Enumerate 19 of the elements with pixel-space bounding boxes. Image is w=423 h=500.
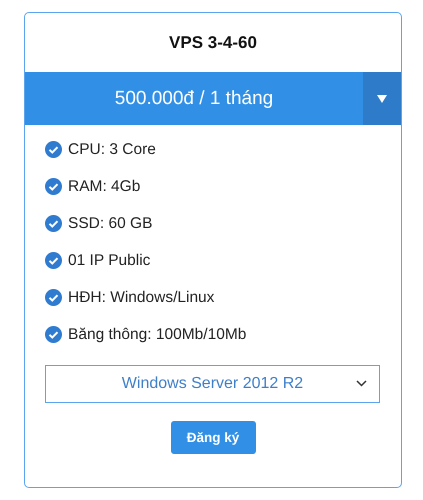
feature-text: Băng thông: 100Mb/10Mb bbox=[68, 326, 246, 344]
check-circle-icon bbox=[45, 252, 62, 269]
feature-text: CPU: 3 Core bbox=[68, 140, 156, 158]
feature-text: RAM: 4Gb bbox=[68, 178, 140, 196]
register-button[interactable]: Đăng ký bbox=[170, 421, 256, 454]
chevron-down-icon bbox=[356, 380, 367, 387]
check-circle-icon bbox=[45, 215, 62, 232]
price-text: 500.000đ / 1 tháng bbox=[114, 86, 274, 110]
check-circle-icon bbox=[45, 141, 62, 158]
check-circle-icon bbox=[45, 289, 62, 306]
caret-icon bbox=[377, 94, 387, 102]
feature-text: SSD: 60 GB bbox=[68, 214, 152, 232]
check-circle-icon bbox=[45, 178, 62, 195]
os-select[interactable]: Windows Server 2012 R2 bbox=[45, 365, 380, 403]
plan-title: VPS 3-4-60 bbox=[168, 32, 258, 54]
feature-text: HĐH: Windows/Linux bbox=[68, 288, 214, 306]
check-circle-icon bbox=[45, 326, 62, 343]
price-dropdown-button[interactable] bbox=[363, 72, 401, 125]
feature-text: 01 IP Public bbox=[68, 252, 150, 270]
